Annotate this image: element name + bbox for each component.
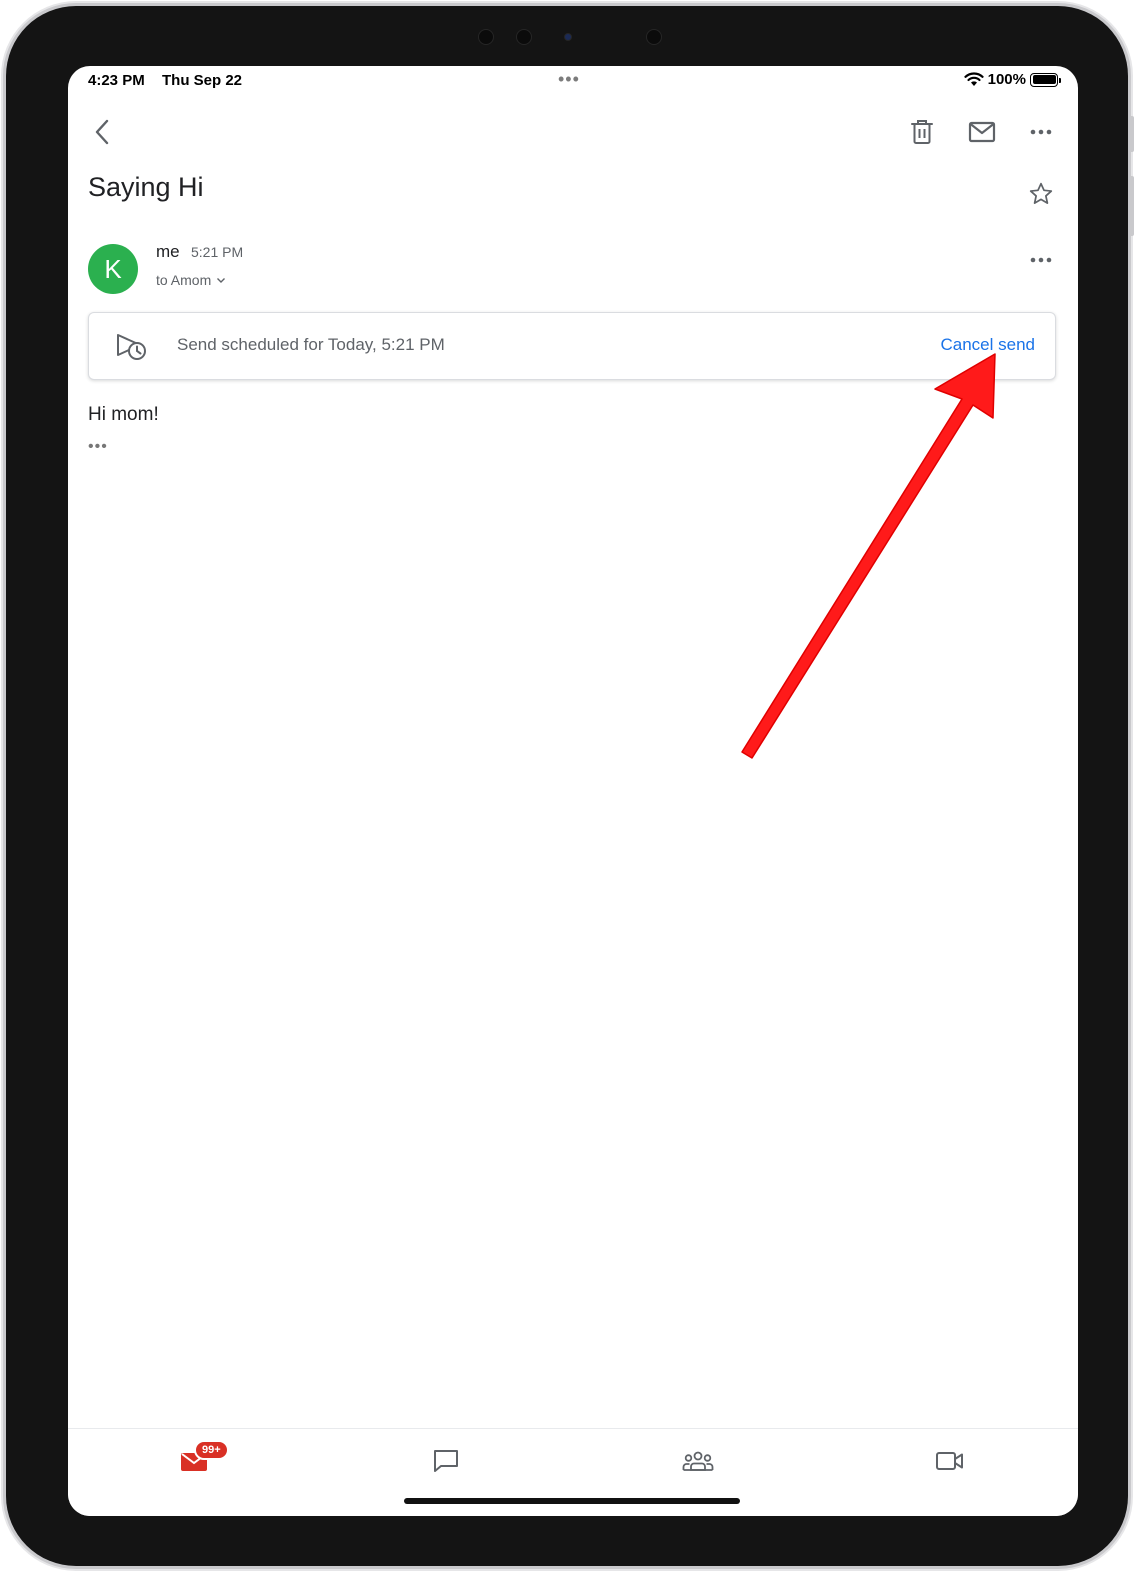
tab-spaces[interactable]	[668, 1441, 728, 1481]
home-indicator	[404, 1498, 740, 1504]
delete-button[interactable]	[902, 112, 942, 152]
wifi-icon	[964, 72, 984, 86]
sent-time: 5:21 PM	[191, 244, 244, 260]
ipad-frame: 4:23 PM Thu Sep 22 ••• 100% Saying Hi K …	[6, 6, 1134, 1566]
more-options-button[interactable]	[1021, 112, 1061, 152]
status-right: 100%	[964, 71, 1061, 88]
message-more-button[interactable]	[1021, 240, 1061, 280]
status-date: Thu Sep 22	[162, 72, 243, 89]
spaces-icon	[682, 1451, 714, 1471]
screen: 4:23 PM Thu Sep 22 ••• 100% Saying Hi K …	[68, 66, 1078, 1516]
avatar[interactable]: K	[88, 244, 138, 294]
tab-mail[interactable]: 99+	[164, 1440, 229, 1481]
scheduled-send-card: Send scheduled for Today, 5:21 PM Cancel…	[88, 312, 1056, 380]
more-icon	[1030, 257, 1052, 263]
star-icon	[1029, 182, 1053, 204]
camera-housing	[476, 22, 676, 52]
more-icon	[1030, 129, 1052, 135]
volume-up-button	[1129, 116, 1134, 152]
recipient-label: to Amom	[156, 272, 212, 288]
email-body: Hi mom!	[88, 404, 159, 425]
chevron-down-icon	[217, 277, 226, 283]
back-icon	[95, 119, 109, 145]
tab-meet[interactable]	[920, 1441, 980, 1481]
meet-icon	[936, 1452, 963, 1470]
cancel-send-button[interactable]: Cancel send	[940, 335, 1035, 355]
back-button[interactable]	[82, 112, 122, 152]
volume-down-button	[1129, 176, 1134, 236]
tab-chat[interactable]	[416, 1441, 476, 1481]
sender-name: me	[156, 242, 180, 261]
mark-unread-button[interactable]	[962, 112, 1002, 152]
status-time: 4:23 PM	[88, 72, 145, 89]
chat-icon	[434, 1450, 458, 1472]
schedule-send-icon	[117, 334, 146, 360]
unread-badge: 99+	[194, 1440, 229, 1460]
star-button[interactable]	[1021, 174, 1061, 214]
mail-icon	[968, 121, 996, 143]
show-trimmed-content-button[interactable]: •••	[88, 438, 108, 456]
trash-icon	[911, 120, 933, 144]
multitasking-dots-icon[interactable]: •••	[558, 69, 580, 90]
recipient-details[interactable]: to Amom	[156, 272, 226, 288]
battery-icon	[1030, 72, 1061, 87]
battery-percent: 100%	[987, 71, 1026, 88]
email-subject: Saying Hi	[88, 172, 204, 202]
status-bar: 4:23 PM Thu Sep 22 ••• 100%	[68, 66, 1078, 94]
scheduled-notice: Send scheduled for Today, 5:21 PM	[177, 335, 445, 354]
